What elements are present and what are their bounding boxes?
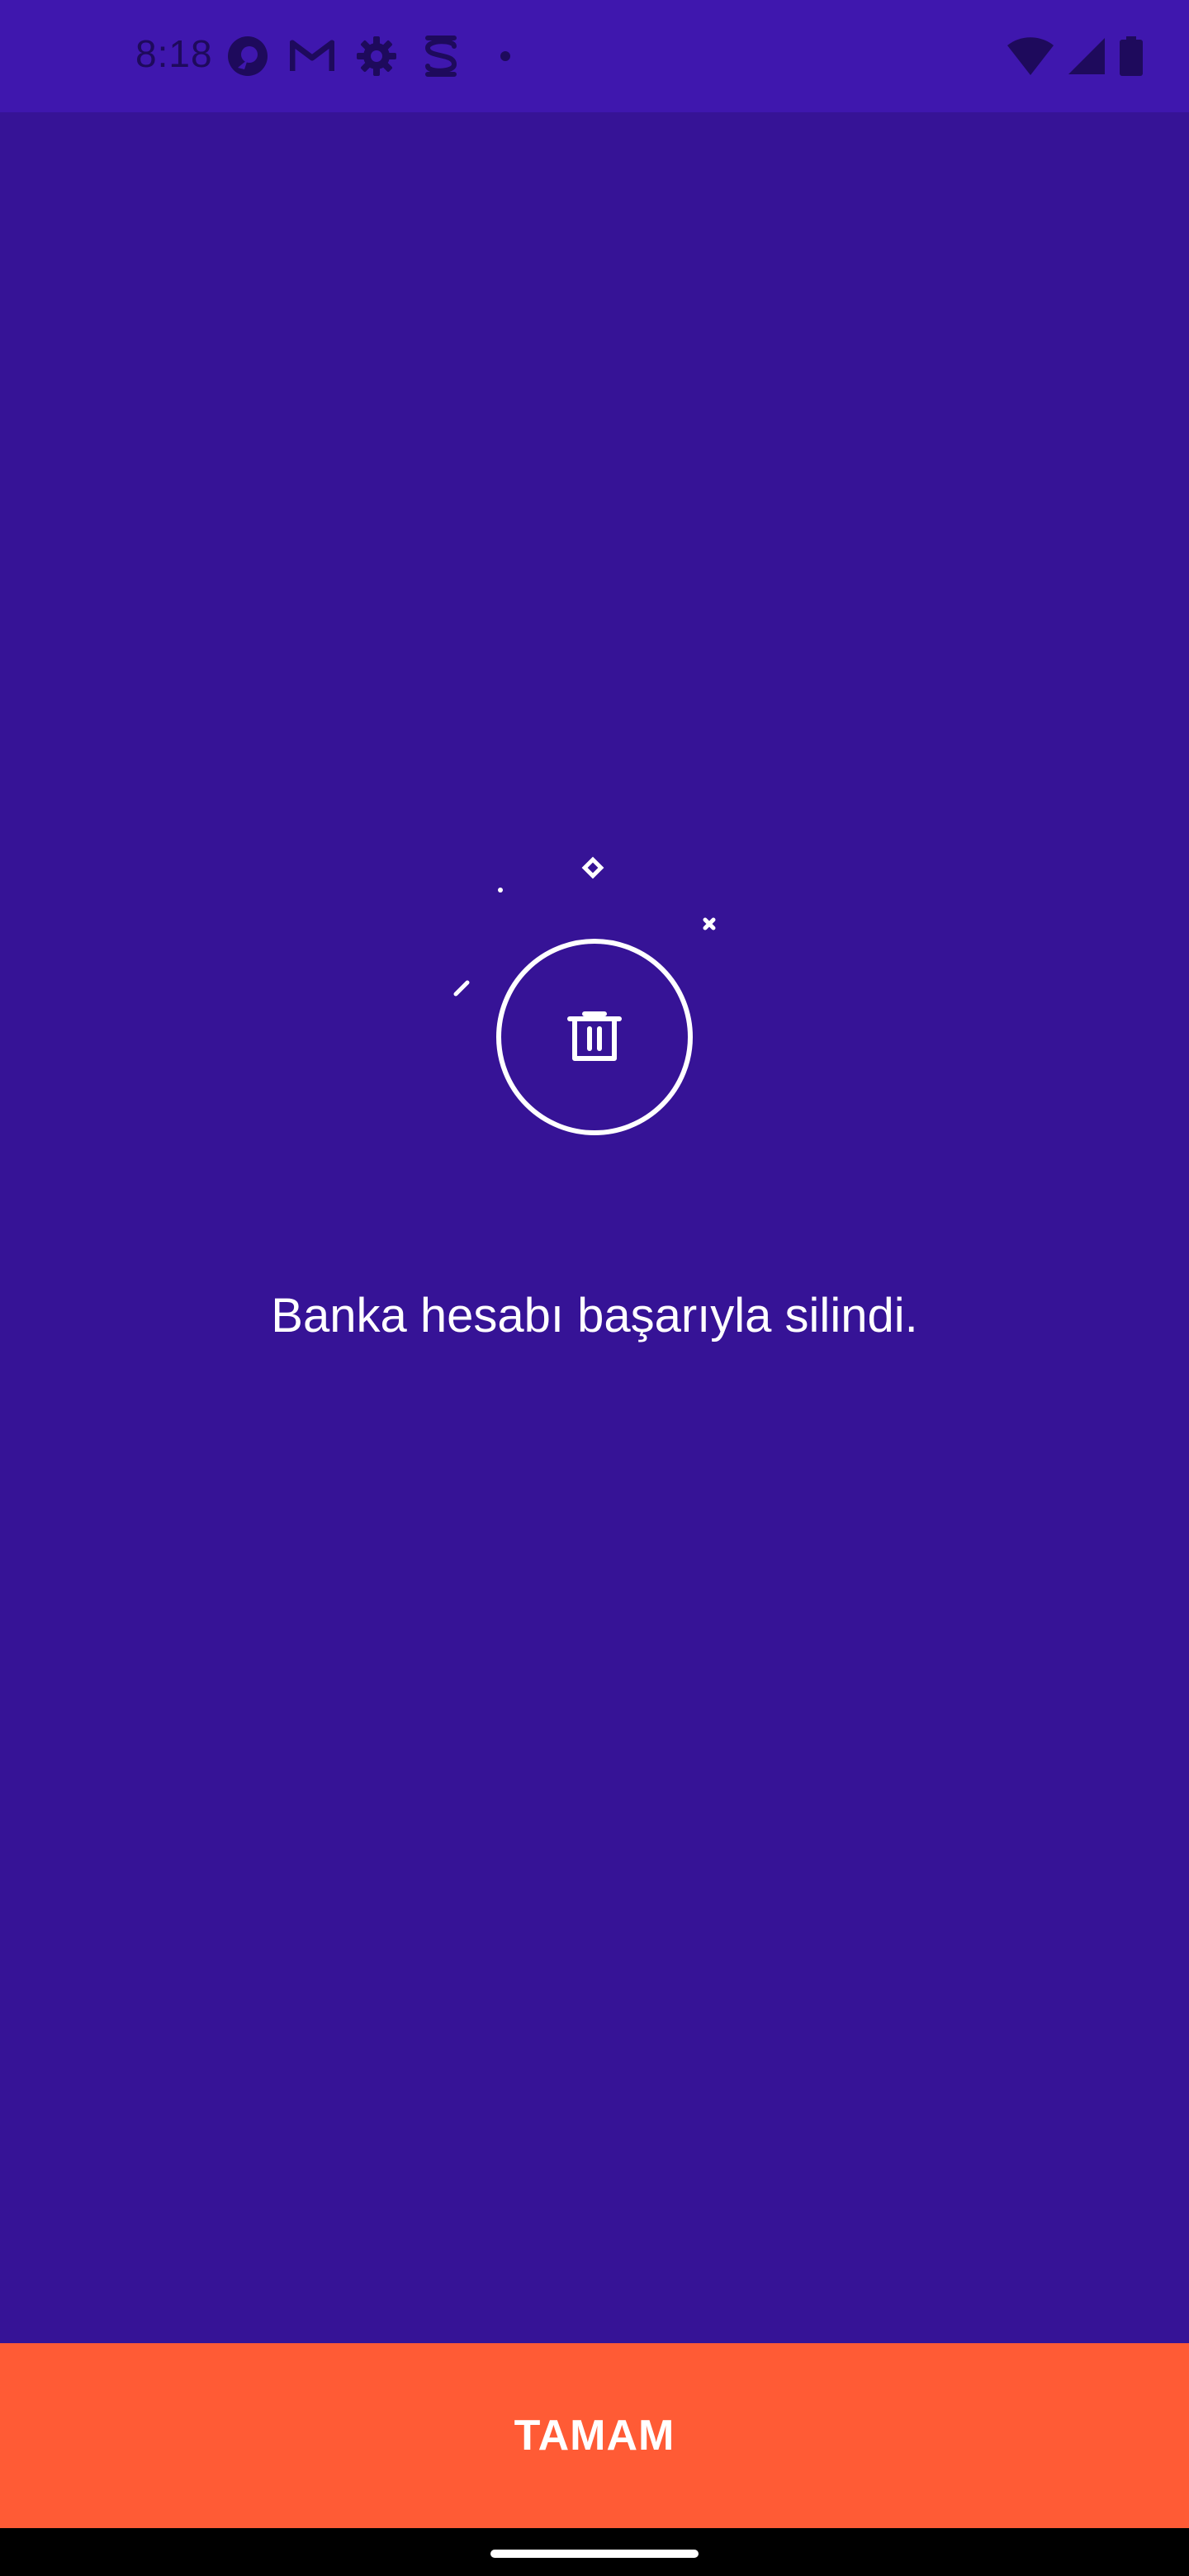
record-icon	[225, 33, 271, 79]
status-time: 8:18	[135, 32, 213, 75]
dot-icon	[482, 33, 528, 79]
navigation-bar	[0, 2528, 1189, 2576]
s-app-icon	[418, 33, 464, 79]
deleted-illustration	[429, 842, 760, 1156]
ok-button[interactable]: TAMAM	[0, 2343, 1189, 2528]
screen: 8:18 Banka hesabı başarıyla silindi. TAM…	[0, 0, 1189, 2576]
status-bar: 8:18	[0, 0, 1189, 112]
settings-icon	[353, 33, 400, 79]
wifi-icon	[1007, 33, 1054, 79]
status-icons-right	[992, 33, 1143, 79]
status-icons-left	[225, 33, 547, 79]
gmail-icon	[289, 33, 335, 79]
home-indicator[interactable]	[490, 2550, 699, 2558]
trash-icon	[453, 856, 716, 1135]
signal-icon	[1068, 33, 1105, 79]
success-message: Banka hesabı başarıyla silindi.	[271, 1289, 918, 1342]
battery-icon	[1120, 33, 1143, 79]
